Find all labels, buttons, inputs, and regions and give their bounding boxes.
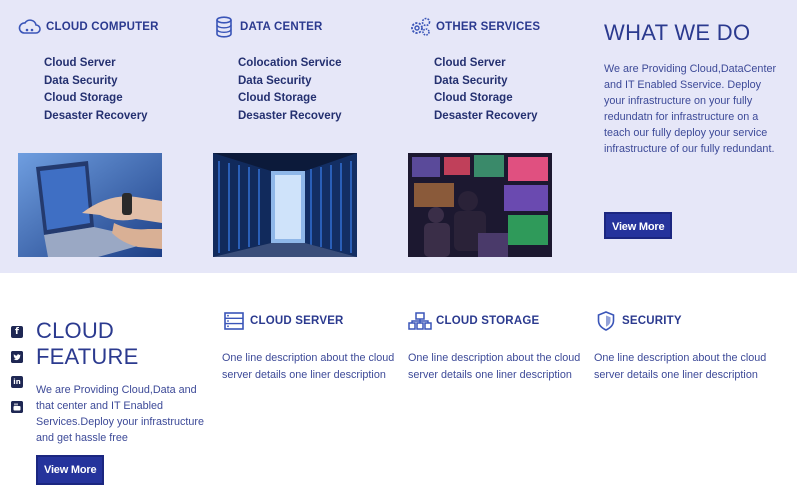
- column-header: DATA CENTER: [212, 14, 342, 40]
- server-icon: [222, 309, 246, 333]
- column-header: CLOUD COMPUTER: [18, 14, 159, 40]
- link-cloud-storage[interactable]: Cloud Storage: [44, 90, 159, 108]
- link-desaster-recovery[interactable]: Desaster Recovery: [238, 108, 342, 126]
- what-we-do-panel: WHAT WE DO We are Providing Cloud,DataCe…: [604, 20, 784, 239]
- feature-header: SECURITY: [594, 308, 774, 334]
- column-title: OTHER SERVICES: [436, 21, 541, 33]
- link-cloud-server[interactable]: Cloud Server: [434, 55, 540, 73]
- link-list: Colocation Service Data Security Cloud S…: [212, 55, 342, 125]
- shield-icon: [594, 309, 618, 333]
- feature-description: One line description about the cloud ser…: [408, 352, 581, 381]
- gears-icon: [408, 15, 432, 39]
- link-list: Cloud Server Data Security Cloud Storage…: [18, 55, 159, 125]
- link-list: Cloud Server Data Security Cloud Storage…: [408, 55, 540, 125]
- facebook-icon[interactable]: f: [11, 326, 23, 338]
- network-storage-icon: [408, 309, 432, 333]
- column-title: DATA CENTER: [240, 21, 323, 33]
- service-column-other-services: OTHER SERVICES Cloud Server Data Securit…: [408, 14, 540, 125]
- services-section: CLOUD COMPUTER Cloud Server Data Securit…: [0, 0, 797, 273]
- control-room-photo: [408, 153, 552, 257]
- feature-header: CLOUD SERVER: [222, 308, 402, 334]
- linkedin-icon[interactable]: in: [11, 376, 23, 388]
- link-data-security[interactable]: Data Security: [44, 73, 159, 91]
- link-data-security[interactable]: Data Security: [238, 73, 342, 91]
- link-desaster-recovery[interactable]: Desaster Recovery: [44, 108, 159, 126]
- view-more-button[interactable]: View More: [36, 455, 105, 485]
- database-icon: [212, 15, 236, 39]
- link-desaster-recovery[interactable]: Desaster Recovery: [434, 108, 540, 126]
- feature-cloud-server: CLOUD SERVER One line description about …: [222, 308, 402, 384]
- what-we-do-text: We are Providing Cloud,DataCenter and IT…: [604, 63, 777, 155]
- server-racks-photo: [213, 153, 357, 257]
- social-links: f in: [11, 326, 25, 426]
- cloud-feature-title: CLOUD FEATURE: [36, 318, 139, 369]
- column-title: CLOUD COMPUTER: [46, 21, 159, 33]
- feature-title: CLOUD SERVER: [250, 315, 344, 327]
- link-colocation-service[interactable]: Colocation Service: [238, 55, 342, 73]
- column-header: OTHER SERVICES: [408, 14, 540, 40]
- what-we-do-title: WHAT WE DO: [604, 20, 751, 45]
- youtube-icon[interactable]: [11, 401, 23, 413]
- link-cloud-storage[interactable]: Cloud Storage: [238, 90, 342, 108]
- cloud-feature-panel: CLOUD FEATURE We are Providing Cloud,Dat…: [36, 318, 206, 485]
- service-column-cloud-computer: CLOUD COMPUTER Cloud Server Data Securit…: [18, 14, 159, 125]
- link-data-security[interactable]: Data Security: [434, 73, 540, 91]
- feature-security: SECURITY One line description about the …: [594, 308, 774, 384]
- cloud-feature-text: We are Providing Cloud,Data and that cen…: [36, 384, 205, 444]
- link-cloud-server[interactable]: Cloud Server: [44, 55, 159, 73]
- feature-title: SECURITY: [622, 315, 682, 327]
- feature-description: One line description about the cloud ser…: [222, 352, 395, 381]
- service-column-data-center: DATA CENTER Colocation Service Data Secu…: [212, 14, 342, 125]
- view-more-button[interactable]: View More: [604, 212, 673, 239]
- feature-description: One line description about the cloud ser…: [594, 352, 767, 381]
- feature-cloud-storage: CLOUD STORAGE One line description about…: [408, 308, 588, 384]
- feature-header: CLOUD STORAGE: [408, 308, 588, 334]
- cloud-icon: [18, 15, 42, 39]
- laptop-hands-photo: [18, 153, 162, 257]
- feature-title: CLOUD STORAGE: [436, 315, 540, 327]
- link-cloud-storage[interactable]: Cloud Storage: [434, 90, 540, 108]
- twitter-icon[interactable]: [11, 351, 23, 363]
